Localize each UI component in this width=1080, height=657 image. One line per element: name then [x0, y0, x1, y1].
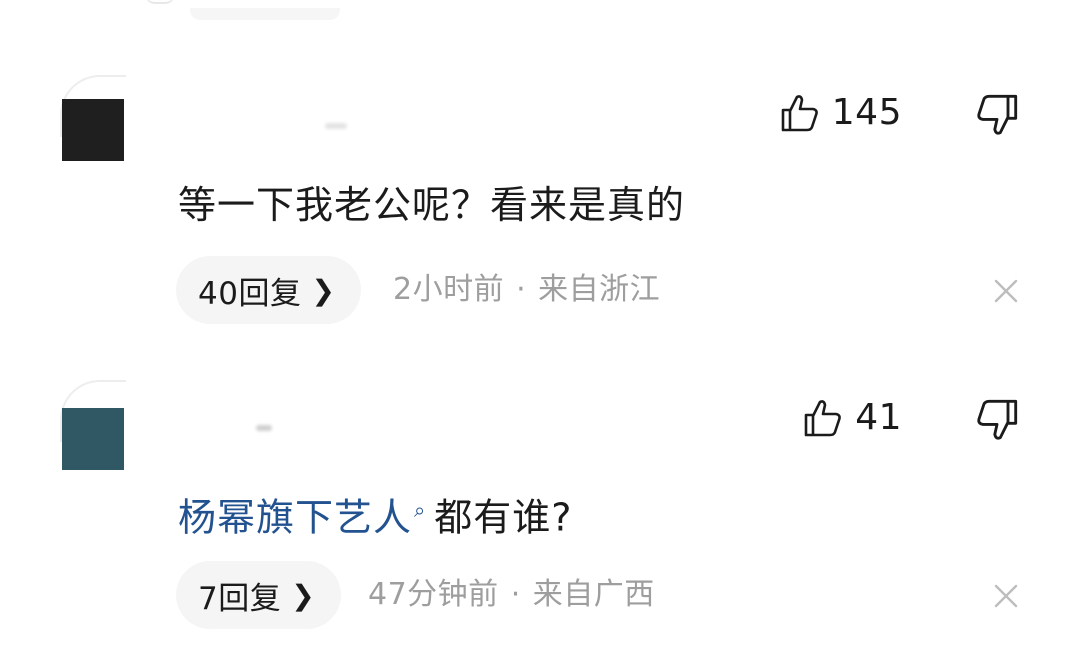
replies-button[interactable]: 40回复 ❯: [176, 256, 362, 324]
like-button[interactable]: 145: [780, 93, 902, 133]
comment-text: 杨幂旗下艺人 ⌕ 都有谁?: [178, 495, 573, 540]
dislike-button[interactable]: [975, 93, 1019, 137]
replies-button[interactable]: 7回复 ❯: [176, 561, 342, 629]
dislike-button[interactable]: [975, 398, 1019, 442]
like-count: 145: [831, 92, 902, 133]
thumbs-down-icon: [977, 94, 1018, 135]
like-button[interactable]: 41: [803, 398, 902, 438]
dismiss-button[interactable]: [990, 275, 1022, 307]
previous-reply-pill-edge: [190, 8, 340, 20]
search-icon[interactable]: ⌕: [414, 498, 426, 522]
comment-time: 2小时前: [393, 272, 505, 307]
comment-meta: 2小时前 · 来自浙江: [393, 271, 660, 309]
chevron-right-icon: ❯: [291, 578, 316, 612]
comment-location: 来自广西: [532, 577, 655, 612]
comment-location: 来自浙江: [538, 272, 661, 307]
comment-text: 等一下我老公呢？看来是真的: [178, 183, 686, 227]
chevron-right-icon: ❯: [311, 273, 336, 307]
close-icon: [994, 584, 1018, 608]
like-count: 41: [855, 397, 902, 438]
previous-avatar-edge: [145, 0, 175, 4]
avatar[interactable]: [60, 380, 126, 470]
meta-separator: ·: [510, 577, 521, 612]
comment-time: 47分钟前: [368, 577, 499, 612]
thumbs-up-icon: [781, 95, 818, 132]
comment-meta: 47分钟前 · 来自广西: [368, 576, 655, 614]
thumbs-up-icon: [804, 400, 842, 437]
thumbs-down-icon: [977, 399, 1018, 440]
username-blurred: [325, 123, 347, 129]
dismiss-button[interactable]: [990, 580, 1022, 612]
replies-label: 7回复: [198, 580, 282, 617]
username-blurred: [256, 425, 272, 431]
meta-separator: ·: [516, 272, 527, 307]
avatar[interactable]: [60, 75, 126, 165]
search-link[interactable]: 杨幂旗下艺人: [178, 496, 412, 540]
close-icon: [994, 279, 1018, 303]
replies-label: 40回复: [198, 275, 302, 312]
